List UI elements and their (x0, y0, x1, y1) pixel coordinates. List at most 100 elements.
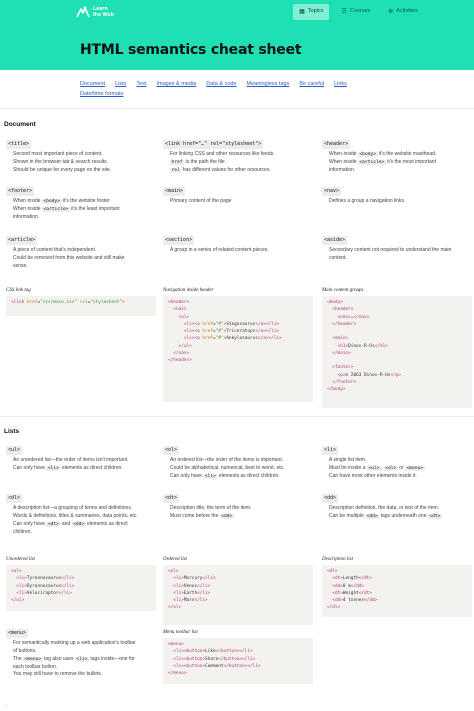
code-example-dl: <dl> <dt>Length</dt> <dd>8 m</dd> <dt>We… (322, 565, 472, 617)
desc-line: An ordered list—the order of the items i… (170, 457, 284, 464)
page-title: HTML semantics cheat sheet (80, 42, 302, 58)
entry-description: An ordered list—the order of the items i… (163, 457, 318, 480)
entry-dd: <dd> Description definition, the data, o… (322, 494, 472, 521)
divider (0, 416, 474, 417)
desc-line: A single list item. (329, 457, 367, 464)
entry-dl: <dl> A description list—a grouping of te… (6, 494, 161, 536)
desc-line: Should be unique for every page on the s… (13, 166, 112, 173)
entry-description: For semantically marking up a web applic… (6, 640, 161, 679)
entry-article: <article> A piece of content that's inde… (6, 236, 161, 271)
tag-code: <main> (163, 187, 186, 197)
inline-code: <body> (357, 152, 378, 158)
desc-text: Must be inside a (329, 465, 366, 471)
tag-code: <menu> (6, 629, 29, 639)
tag-code: <dt> (163, 494, 180, 504)
toc-images-media[interactable]: Images & media (156, 81, 196, 89)
desc-text: , (380, 465, 383, 471)
tag-code: <footer> (6, 187, 35, 197)
desc-text: tags inside—one for (90, 655, 135, 662)
entry-aside: <aside> Secondary content not required t… (322, 236, 472, 263)
example-title: Description list (322, 557, 353, 562)
entry-dt: <dt> Description title, the term of the … (163, 494, 318, 521)
desc-text: Must come before the (170, 513, 219, 519)
tag-code: <header> (322, 140, 351, 150)
desc-line: An unordered list—the order of items isn… (13, 457, 129, 464)
topics-icon: ▦ (299, 8, 305, 15)
desc-text: elements as direct children. (218, 472, 280, 479)
desc-line: Description title, the term of the item. (170, 505, 252, 512)
entry-li: <li> A single list item. Must be inside … (322, 446, 472, 481)
desc-text: Can only have (13, 465, 45, 471)
entry-description: Description title, the term of the item.… (163, 505, 318, 521)
inline-code: <menu> (404, 466, 425, 471)
inline-code: <li> (74, 656, 89, 662)
toc-be-careful[interactable]: Be careful (299, 81, 324, 89)
desc-text: it's the website masthead. (378, 151, 437, 158)
activities-icon: ✻ (388, 8, 394, 15)
desc-text: has different values for other resources… (182, 166, 271, 173)
desc-text: When inside (329, 159, 357, 165)
code-example-nav-header: <header> <nav> <ul> <li><a href="#">Steg… (163, 296, 313, 402)
desc-line: Could be removed from this website and s… (13, 255, 125, 261)
entry-header: <header> When inside <body> it's the web… (322, 140, 472, 175)
logo-icon (76, 6, 90, 18)
nav-topics[interactable]: ▦ Topics (293, 4, 330, 20)
nav-courses-label: Courses (349, 8, 371, 15)
toc-document[interactable]: Document (80, 81, 105, 89)
tag-code: <dl> (6, 494, 23, 504)
inline-code: <article> (41, 207, 70, 212)
inline-code: <li> (203, 473, 218, 479)
entry-description: Second most important piece of content. … (6, 151, 156, 174)
desc-line: Can only have <dt> and <dd> elements as … (6, 521, 161, 529)
nav-activities[interactable]: ✻ Activities (382, 4, 424, 20)
tag-code: <dd> (322, 494, 339, 504)
inline-code: <dd> (365, 514, 380, 519)
tag-code: <section> (163, 236, 195, 246)
inline-code: <ul> (366, 466, 381, 471)
desc-line: The <menu> tag also uses <li> tags insid… (6, 656, 161, 664)
desc-line: Can only have <li> elements as direct ch… (163, 473, 318, 481)
code-example-menu: <menu> <li><button>Like</button></li> <l… (163, 638, 313, 684)
desc-line: Words & definitions, titles & summaries,… (13, 513, 138, 519)
entry-menu: <menu> For semantically marking up a web… (6, 629, 161, 679)
inline-code: <article> (357, 160, 386, 165)
tag-code: <aside> (322, 236, 348, 246)
inline-code: <ol> (383, 466, 398, 471)
toc-links[interactable]: Links (334, 81, 347, 89)
toc-date-time-formats[interactable]: Date/time formats (80, 91, 123, 99)
inline-code: <dt> (46, 521, 61, 527)
example-title: Ordered list (163, 557, 187, 562)
toc-lists[interactable]: Lists (115, 81, 126, 89)
entry-description: When inside <body> it's the website mast… (322, 151, 472, 174)
desc-line: Must be inside a <ul>, <ol> or <menu> (322, 465, 472, 473)
footer-mark: ⌃ (4, 704, 8, 709)
desc-text: elements as direct (87, 520, 128, 527)
desc-line: When inside <article> it's the most impo… (322, 159, 472, 167)
logo-text: Learn the Web (93, 6, 114, 18)
entry-description: Secondary content not required to unders… (322, 247, 472, 263)
desc-line: Can have most other elements inside it. (329, 472, 417, 479)
nav-courses[interactable]: ☰ Courses (335, 4, 376, 20)
entry-footer: <footer> When inside <body> it's the web… (6, 187, 156, 222)
toc-text[interactable]: Text (136, 81, 146, 89)
site-logo[interactable]: Learn the Web (76, 5, 114, 19)
desc-line: Must come before the <dd> (163, 513, 318, 521)
desc-text: When inside (13, 198, 41, 205)
inline-code: <dd> (219, 514, 234, 519)
courses-icon: ☰ (341, 8, 347, 15)
inline-code: <dt> (427, 514, 442, 519)
desc-line: Secondary content not required to unders… (329, 247, 452, 254)
desc-line: sense. (13, 262, 28, 269)
example-title: Main content groups (322, 288, 364, 293)
desc-line: You may still have to remove the bullets… (13, 671, 103, 678)
section-heading-lists: Lists (4, 428, 20, 435)
tag-code: <nav> (322, 187, 342, 197)
toc-data-code[interactable]: Data & code (206, 81, 236, 89)
entry-description: A group in a series of related content p… (163, 247, 313, 255)
example-title: Navigation inside header (163, 288, 214, 293)
tag-code: <ul> (6, 446, 23, 456)
desc-line: A description list—a grouping of terms a… (13, 505, 133, 512)
toc-meaningless-tags[interactable]: Meaningless tags (247, 81, 290, 89)
desc-line: Can only have <li> elements as direct ch… (6, 465, 161, 473)
desc-text: Can only have (170, 472, 202, 479)
